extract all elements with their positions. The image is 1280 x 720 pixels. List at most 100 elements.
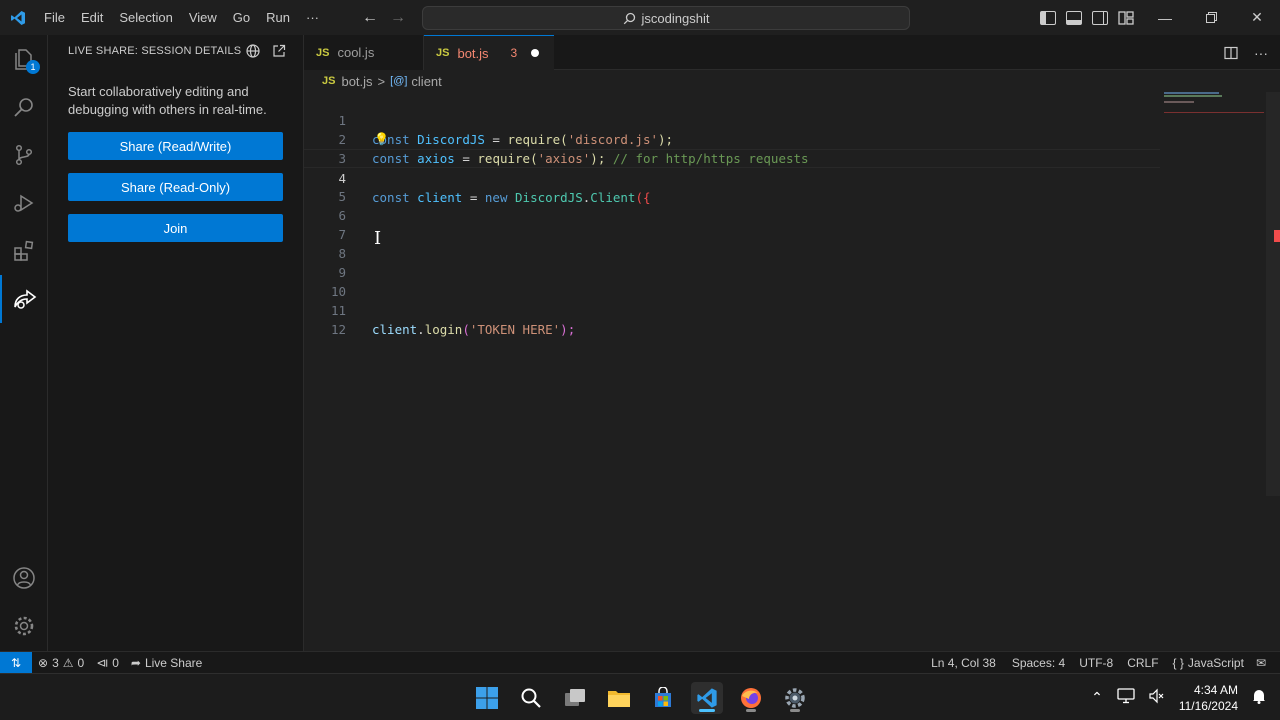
minimap[interactable]	[1162, 92, 1264, 122]
tab-cool-js[interactable]: JS cool.js	[304, 35, 424, 70]
live-share-label: Live Share	[144, 655, 203, 670]
source-control-icon[interactable]	[0, 131, 48, 179]
end-of-line[interactable]: CRLF	[1121, 656, 1164, 670]
toggle-secondary-sidebar-icon[interactable]	[1092, 10, 1108, 25]
manage-gear-icon[interactable]	[0, 602, 48, 650]
navigation-arrows: ← →	[362, 0, 406, 35]
live-share-icon[interactable]	[0, 275, 48, 323]
menu-file[interactable]: File	[36, 0, 73, 35]
ports-indicator[interactable]: ⧏ 0	[90, 656, 125, 670]
menu-edit[interactable]: Edit	[73, 0, 111, 35]
customize-layout-icon[interactable]	[1118, 10, 1134, 25]
menu-view[interactable]: View	[181, 0, 225, 35]
tab-bot-js[interactable]: JS bot.js 3	[424, 35, 554, 70]
restore-icon[interactable]	[1188, 0, 1234, 35]
network-icon[interactable]	[1117, 688, 1135, 707]
unsaved-dot-icon[interactable]	[531, 49, 540, 57]
close-icon[interactable]: ✕	[1234, 0, 1280, 35]
open-external-icon[interactable]	[272, 44, 286, 58]
clock-date: 11/16/2024	[1178, 698, 1238, 713]
editor-scrollbar[interactable]	[1266, 92, 1280, 496]
menu-run[interactable]: Run	[258, 0, 298, 35]
globe-icon[interactable]	[246, 44, 260, 58]
share-read-only-button[interactable]: Share (Read-Only)	[68, 173, 283, 201]
search-icon	[623, 12, 635, 24]
clock[interactable]: 4:34 AM 11/16/2024	[1179, 682, 1238, 714]
share-read-write-button[interactable]: Share (Read/Write)	[68, 132, 283, 160]
workspace-name: jscodingshit	[641, 10, 710, 26]
code-line: 11 client.login('TOKEN HERE');	[304, 282, 1164, 337]
layout-controls	[1040, 0, 1134, 35]
code-line-current: 4 const client = new DiscordJS.Client({	[304, 149, 1160, 205]
taskbar-search-icon[interactable]	[515, 682, 547, 714]
firefox-icon[interactable]	[735, 682, 767, 714]
task-view-icon[interactable]	[559, 682, 591, 714]
forward-arrow-icon[interactable]: →	[390, 9, 406, 27]
menu-go[interactable]: Go	[225, 0, 258, 35]
breadcrumb-separator: >	[377, 73, 386, 89]
activity-bar: 1	[0, 35, 48, 651]
more-actions-icon[interactable]: ···	[1254, 45, 1268, 61]
system-tray: ⌃ 4:34 AM 11/16/2024	[1091, 674, 1266, 720]
cursor-position[interactable]: Ln 4, Col 38	[925, 656, 1002, 670]
scrollbar-error-marker	[1274, 230, 1280, 242]
live-share-status[interactable]: ➦ Live Share	[125, 656, 208, 670]
minimap-error-marker	[1164, 112, 1264, 113]
breadcrumb-file[interactable]: bot.js	[341, 74, 372, 89]
toggle-panel-icon[interactable]	[1066, 10, 1082, 25]
status-bar: ⇅ ⊗ 3 ⚠ 0 ⧏ 0 ➦ Live Share Ln 4, Col 38 …	[0, 651, 1280, 674]
run-debug-icon[interactable]	[0, 179, 48, 227]
back-arrow-icon[interactable]: ←	[362, 9, 378, 27]
search-icon[interactable]	[0, 83, 48, 131]
code-line: 1 const DiscordJS = require('discord.js'…	[304, 92, 1164, 147]
explorer-icon[interactable]: 1	[0, 35, 48, 83]
join-button[interactable]: Join	[68, 214, 283, 242]
windows-start-icon[interactable]	[471, 682, 503, 714]
menu-bar: File Edit Selection View Go Run ···	[36, 0, 327, 35]
chevron-up-icon[interactable]: ⌃	[1091, 689, 1103, 706]
minimap-line	[1164, 92, 1219, 94]
status-right: Ln 4, Col 38 Spaces: 4 UTF-8 CRLF { } Ja…	[925, 652, 1272, 674]
vscode-taskbar-icon[interactable]	[691, 682, 723, 714]
volume-muted-icon[interactable]	[1149, 688, 1165, 707]
ports-count: 0	[112, 655, 119, 670]
code-line: 3	[304, 130, 1164, 166]
running-app-indicator	[746, 709, 756, 712]
split-editor-icon[interactable]	[1224, 46, 1238, 60]
tab-label: cool.js	[337, 45, 375, 60]
warning-icon: ⚠	[62, 655, 74, 670]
code-line: 10	[304, 263, 1164, 299]
code-line: 9	[304, 244, 1164, 280]
error-count: 3	[52, 655, 59, 670]
extensions-icon[interactable]	[0, 227, 48, 275]
menu-selection[interactable]: Selection	[111, 0, 180, 35]
problems-indicator[interactable]: ⊗ 3 ⚠ 0	[32, 656, 90, 670]
notification-bell-icon[interactable]	[1252, 688, 1266, 707]
code-line: 6	[304, 187, 1164, 223]
minimize-icon[interactable]: —	[1142, 0, 1188, 35]
settings-app-icon[interactable]	[779, 682, 811, 714]
indentation[interactable]: Spaces: 4	[1006, 656, 1071, 670]
warning-count: 0	[77, 655, 85, 670]
braces-icon: { }	[1172, 656, 1184, 670]
breadcrumb-symbol[interactable]: client	[411, 74, 441, 89]
code-line: 5	[304, 168, 1164, 204]
active-app-indicator	[699, 709, 715, 712]
command-center-search[interactable]: jscodingshit	[422, 6, 910, 30]
toggle-primary-sidebar-icon[interactable]	[1040, 10, 1056, 25]
code-line: 7	[304, 206, 1164, 242]
accounts-icon[interactable]	[0, 554, 48, 602]
punctuation: (	[462, 322, 470, 337]
running-app-indicator	[790, 709, 800, 712]
language-mode[interactable]: { } JavaScript	[1167, 656, 1250, 670]
menu-more[interactable]: ···	[298, 0, 327, 35]
remote-indicator-icon[interactable]: ⇅	[0, 651, 32, 674]
file-explorer-icon[interactable]	[603, 682, 635, 714]
lightbulb-icon[interactable]: 💡	[374, 132, 389, 146]
notifications-bell-icon[interactable]: ✉	[1250, 656, 1272, 670]
encoding[interactable]: UTF-8	[1073, 656, 1119, 670]
live-share-small-icon: ➦	[130, 655, 141, 670]
microsoft-store-icon[interactable]	[647, 682, 679, 714]
code-editor[interactable]: 1 const DiscordJS = require('discord.js'…	[304, 92, 1280, 651]
variable-symbol-icon: [@]	[390, 75, 408, 87]
